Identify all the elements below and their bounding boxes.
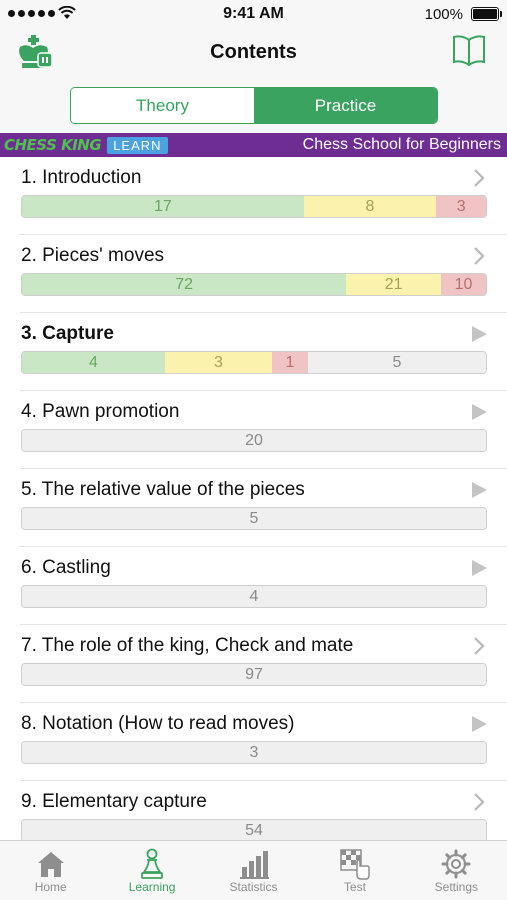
play-arrow-icon — [472, 482, 487, 498]
tab-home[interactable]: Home — [0, 841, 101, 900]
course-banner: CHESS KING LEARN Chess School for Beginn… — [0, 133, 507, 157]
lesson-title: 3. Capture — [21, 323, 114, 344]
lesson-row-5[interactable]: 5. The relative value of the pieces 5 — [0, 469, 507, 547]
lesson-title: 9. Elementary capture — [21, 791, 207, 812]
progress-remaining-count: 5 — [22, 508, 486, 529]
lesson-list: 1. Introduction 17 8 3 2. Pieces' moves … — [0, 157, 507, 840]
lesson-progress-bar: 5 — [21, 507, 487, 530]
lesson-title: 2. Pieces' moves — [21, 245, 165, 266]
progress-remaining-count: 3 — [22, 742, 486, 763]
lesson-progress-bar: 4 3 1 5 — [21, 351, 487, 374]
lesson-row-2[interactable]: 2. Pieces' moves 72 21 10 — [0, 235, 507, 313]
tab-learning-label: Learning — [128, 880, 176, 894]
lesson-progress-bar: 17 8 3 — [21, 195, 487, 218]
learn-badge: LEARN — [107, 136, 168, 154]
chevron-right-icon — [474, 169, 485, 187]
progress-remaining-count: 4 — [22, 586, 486, 607]
progress-partial-count: 21 — [346, 274, 441, 295]
progress-failed-count: 1 — [272, 352, 308, 373]
board-hand-icon — [340, 848, 370, 880]
progress-solved-count: 17 — [22, 196, 304, 217]
tab-bar: Home Learning Statistics Test Settings — [0, 840, 507, 900]
navigation-bar: Contents — [0, 28, 507, 78]
battery-icon — [471, 7, 502, 21]
lesson-progress-bar: 97 — [21, 663, 487, 686]
progress-partial-count: 3 — [165, 352, 272, 373]
status-bar: 9:41 AM 100% — [0, 0, 507, 28]
lesson-title: 5. The relative value of the pieces — [21, 479, 305, 500]
tab-settings-label: Settings — [434, 880, 478, 894]
home-icon — [37, 851, 64, 877]
page-title: Contents — [210, 41, 297, 63]
theory-practice-segmented-control: Theory Practice — [70, 87, 438, 124]
progress-failed-count: 3 — [436, 196, 486, 217]
chevron-right-icon — [474, 793, 485, 811]
progress-remaining-count: 97 — [22, 664, 486, 685]
lesson-title: 7. The role of the king, Check and mate — [21, 635, 354, 656]
lesson-row-1[interactable]: 1. Introduction 17 8 3 — [0, 157, 507, 235]
progress-solved-count: 72 — [22, 274, 347, 295]
lesson-row-6[interactable]: 6. Castling 4 — [0, 547, 507, 625]
lesson-row-3[interactable]: 3. Capture 4 3 1 5 — [0, 313, 507, 391]
bar-chart-icon — [239, 850, 269, 879]
lesson-title: 1. Introduction — [21, 167, 142, 188]
brand-name: CHESS KING — [4, 136, 102, 154]
theory-segment[interactable]: Theory — [71, 88, 254, 123]
tab-home-label: Home — [34, 880, 67, 894]
tab-test-label: Test — [343, 880, 366, 894]
progress-partial-count: 8 — [303, 196, 437, 217]
play-arrow-icon — [472, 560, 487, 576]
play-arrow-icon — [472, 716, 487, 732]
lesson-progress-bar: 72 21 10 — [21, 273, 487, 296]
progress-solved-count: 4 — [22, 352, 165, 373]
play-arrow-icon — [472, 326, 487, 342]
tab-statistics[interactable]: Statistics — [203, 841, 304, 900]
gear-icon — [441, 849, 471, 878]
lesson-progress-bar: 20 — [21, 429, 487, 452]
lesson-row-9[interactable]: 9. Elementary capture 54 — [0, 781, 507, 840]
tab-test[interactable]: Test — [304, 841, 405, 900]
lesson-row-8[interactable]: 8. Notation (How to read moves) 3 — [0, 703, 507, 781]
lesson-progress-bar: 4 — [21, 585, 487, 608]
lesson-title: 4. Pawn promotion — [21, 401, 180, 422]
lesson-row-4[interactable]: 4. Pawn promotion 20 — [0, 391, 507, 469]
lesson-title: 8. Notation (How to read moves) — [21, 713, 295, 734]
tab-settings[interactable]: Settings — [406, 841, 507, 900]
practice-segment[interactable]: Practice — [254, 88, 437, 123]
lesson-progress-bar: 3 — [21, 741, 487, 764]
progress-remaining-count: 5 — [308, 352, 486, 373]
lesson-progress-bar: 54 — [21, 819, 487, 840]
chevron-right-icon — [474, 247, 485, 265]
progress-remaining-count: 54 — [22, 820, 486, 840]
course-title: Chess School for Beginners — [302, 136, 501, 153]
chevron-right-icon — [474, 637, 485, 655]
tab-statistics-label: Statistics — [229, 880, 278, 894]
play-arrow-icon — [472, 404, 487, 420]
tab-learning[interactable]: Learning — [101, 841, 202, 900]
lesson-title: 6. Castling — [21, 557, 111, 578]
progress-failed-count: 10 — [440, 274, 486, 295]
lesson-row-7[interactable]: 7. The role of the king, Check and mate … — [0, 625, 507, 703]
book-icon[interactable] — [451, 34, 487, 68]
pawn-icon — [141, 848, 164, 879]
progress-remaining-count: 20 — [22, 430, 486, 451]
battery-percentage: 100% — [424, 6, 463, 23]
